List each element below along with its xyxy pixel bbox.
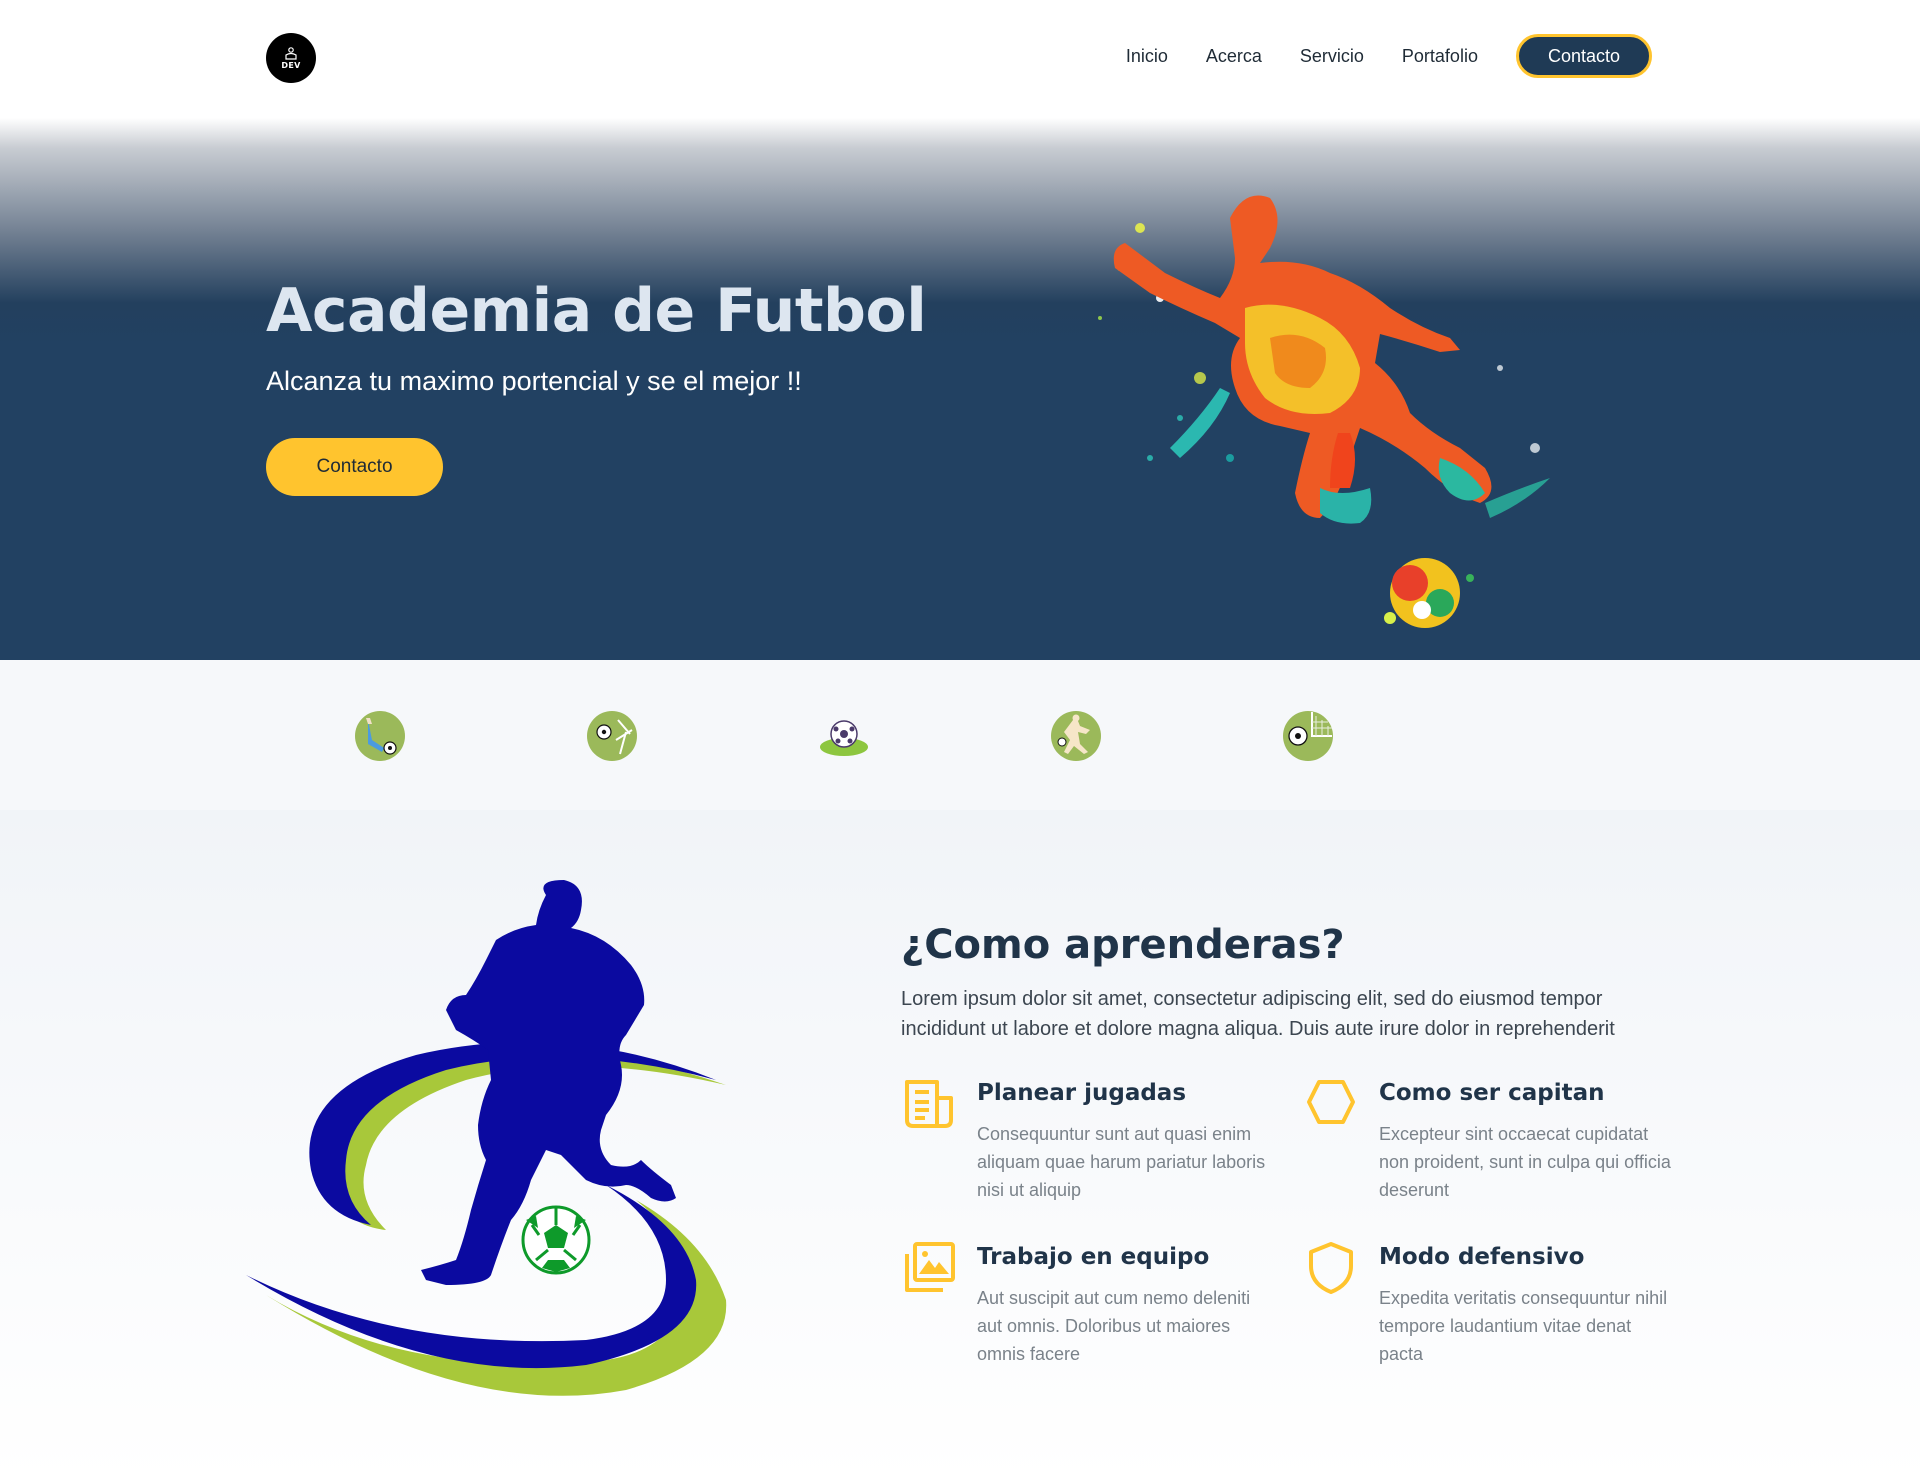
- feature-desc: Consequuntur sunt aut quasi enim aliquam…: [977, 1124, 1266, 1200]
- nav-contacto-button[interactable]: Contacto: [1515, 34, 1652, 78]
- feature-title: Modo defensivo: [1379, 1244, 1585, 1270]
- about-title: ¿Como aprenderas?: [901, 922, 1345, 968]
- about-section: ¿Como aprenderas? Lorem ipsum dolor sit …: [0, 810, 1920, 1482]
- site-logo[interactable]: DEV: [266, 33, 316, 83]
- icon-strip: [0, 660, 1920, 810]
- soccer-ball-goal-icon: [1283, 711, 1333, 761]
- paint-splash-player-illustration: [1098, 195, 1550, 628]
- feature-title: Trabajo en equipo: [977, 1244, 1210, 1270]
- hero-section: Academia de Futbol Alcanza tu maximo por…: [0, 118, 1920, 660]
- feature-desc: Expedita veritatis consequuntur nihil te…: [1379, 1288, 1668, 1364]
- nav-acerca[interactable]: Acerca: [1206, 46, 1262, 67]
- feature-title: Como ser capitan: [1379, 1080, 1605, 1106]
- logo-text: DEV: [281, 60, 301, 70]
- soccer-ball-icon: [820, 720, 868, 756]
- soccer-player-silhouette-illustration: [246, 880, 727, 1396]
- nav-servicio[interactable]: Servicio: [1300, 46, 1364, 67]
- player-kick-icon: [355, 711, 405, 761]
- main-nav: Inicio Acerca Servicio Portafolio Contac…: [1126, 34, 1652, 78]
- feature-desc: Excepteur sint occaecat cupidatat non pr…: [1379, 1124, 1671, 1200]
- nav-inicio[interactable]: Inicio: [1126, 46, 1168, 67]
- player-dribble-icon: [1051, 711, 1101, 761]
- hero-contacto-button[interactable]: Contacto: [266, 438, 443, 496]
- shield-icon: [1309, 1242, 1353, 1294]
- person-icon: [285, 46, 297, 60]
- nav-portafolio[interactable]: Portafolio: [1402, 46, 1478, 67]
- hero-title: Academia de Futbol: [266, 276, 927, 346]
- site-header: DEV Inicio Acerca Servicio Portafolio Co…: [0, 0, 1920, 118]
- cube-icon: [1307, 1080, 1355, 1124]
- hero-subtitle: Alcanza tu maximo portencial y se el mej…: [266, 366, 802, 396]
- images-icon: [905, 1242, 955, 1292]
- document-icon: [905, 1080, 953, 1128]
- soccer-ball-net-icon: [587, 711, 637, 761]
- feature-desc: Aut suscipit aut cum nemo deleniti aut o…: [977, 1288, 1251, 1364]
- feature-title: Planear jugadas: [977, 1080, 1187, 1106]
- about-text: Lorem ipsum dolor sit amet, consectetur …: [901, 988, 1615, 1040]
